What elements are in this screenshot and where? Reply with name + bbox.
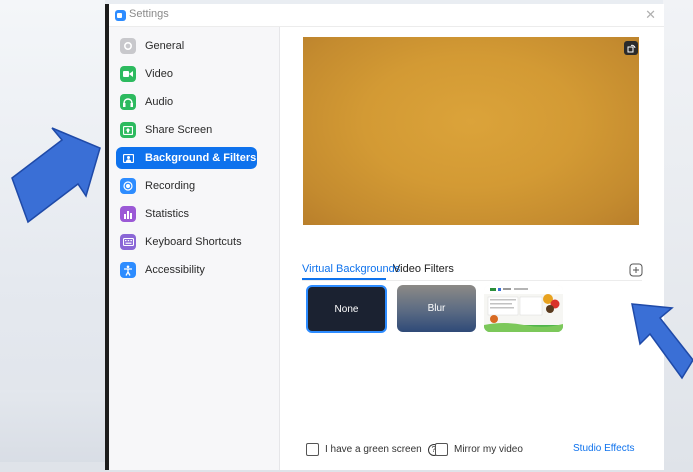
annotation-arrow-left: [11, 127, 101, 224]
annotation-arrows: [11, 127, 693, 380]
annotation-arrow-right: [631, 303, 693, 380]
